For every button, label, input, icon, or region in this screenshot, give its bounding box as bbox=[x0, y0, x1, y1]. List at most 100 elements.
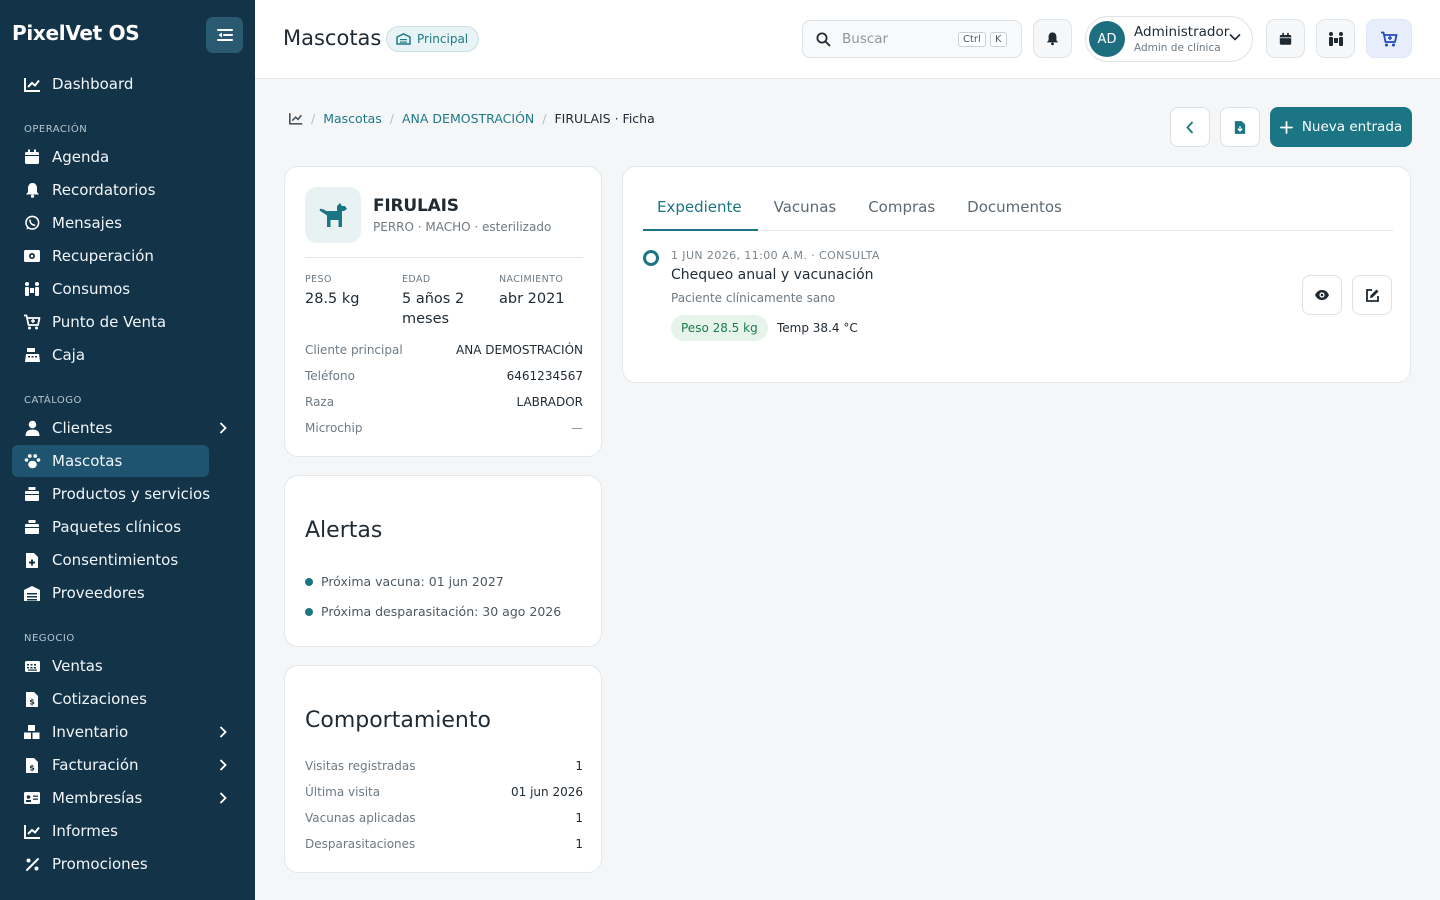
sidebar-item-facturacion[interactable]: $ Facturación bbox=[12, 749, 234, 781]
pos-cart-button[interactable] bbox=[1366, 19, 1412, 58]
sidebar-item-label: Informes bbox=[52, 822, 118, 840]
breadcrumb-mascotas[interactable]: Mascotas bbox=[323, 111, 382, 126]
people-carry-icon bbox=[25, 282, 39, 296]
tab-documentos[interactable]: Documentos bbox=[953, 195, 1078, 231]
dog-icon bbox=[319, 203, 347, 227]
svg-text:$: $ bbox=[29, 697, 35, 706]
sidebar-item-label: Proveedores bbox=[52, 584, 145, 602]
sidebar-item-dashboard[interactable]: Dashboard bbox=[12, 68, 234, 100]
sidebar-item-ventas[interactable]: Ventas bbox=[12, 650, 234, 682]
sidebar-item-label: Caja bbox=[52, 346, 86, 364]
sidebar-item-clientes[interactable]: Clientes bbox=[12, 412, 234, 444]
tab-vacunas[interactable]: Vacunas bbox=[760, 195, 853, 231]
behavior-key: Última visita bbox=[305, 785, 381, 799]
paw-icon bbox=[24, 454, 40, 469]
consumption-button[interactable] bbox=[1316, 19, 1355, 58]
notifications-button[interactable] bbox=[1033, 19, 1072, 58]
sidebar-item-membresias[interactable]: Membresías bbox=[12, 782, 234, 814]
search-icon bbox=[816, 32, 831, 46]
calendar-icon bbox=[1279, 32, 1292, 45]
detail-row: Raza LABRADOR bbox=[305, 395, 583, 409]
sidebar-collapse-button[interactable] bbox=[206, 17, 243, 53]
page-title: Mascotas bbox=[283, 26, 382, 50]
sidebar-item-label: Facturación bbox=[52, 756, 139, 774]
tab-compras[interactable]: Compras bbox=[854, 195, 951, 231]
alert-dot bbox=[305, 577, 313, 586]
kbd-ctrl: Ctrl bbox=[958, 32, 986, 47]
sidebar-item-paquetes[interactable]: Paquetes clínicos bbox=[12, 511, 234, 543]
stat-age-value: 5 años 2 meses bbox=[402, 291, 465, 327]
detail-row: Teléfono 6461234567 bbox=[305, 369, 583, 383]
edit-entry-button[interactable] bbox=[1352, 275, 1392, 315]
sidebar-item-cotizaciones[interactable]: $ Cotizaciones bbox=[12, 683, 234, 715]
detail-key: Raza bbox=[305, 395, 335, 409]
percent-icon bbox=[25, 857, 39, 871]
sidebar-item-mensajes[interactable]: Mensajes bbox=[12, 207, 234, 239]
alert-item: Próxima vacuna: 01 jun 2027 bbox=[305, 574, 504, 589]
sidebar-item-agenda[interactable]: Agenda bbox=[12, 141, 234, 173]
breadcrumb-separator: / bbox=[542, 111, 547, 126]
tab-expediente[interactable]: Expediente bbox=[643, 195, 758, 231]
sidebar-item-proveedores[interactable]: Proveedores bbox=[12, 577, 234, 609]
stat-age-label: EDAD bbox=[402, 274, 431, 285]
back-button[interactable] bbox=[1170, 107, 1210, 147]
sidebar-item-label: Consumos bbox=[52, 280, 131, 298]
sidebar-item-consumos[interactable]: Consumos bbox=[12, 273, 234, 305]
calendar-button[interactable] bbox=[1266, 19, 1305, 58]
behavior-card: Comportamiento Visitas registradas 1 Últi… bbox=[284, 665, 602, 873]
export-file-button[interactable] bbox=[1220, 107, 1260, 147]
alert-text: Próxima desparasitación: 30 ago 2026 bbox=[321, 604, 562, 619]
cart-icon bbox=[1381, 31, 1398, 46]
breadcrumb-client[interactable]: ANA DEMOSTRACIÓN bbox=[402, 111, 534, 126]
boxes-icon bbox=[24, 725, 40, 739]
file-download-icon bbox=[1234, 120, 1246, 134]
sidebar-item-informes[interactable]: Informes bbox=[12, 815, 234, 847]
sidebar-item-recuperacion[interactable]: Recuperación bbox=[12, 240, 234, 272]
chevron-right-icon bbox=[219, 726, 227, 738]
chart-line-icon[interactable] bbox=[289, 112, 303, 125]
kbd-k: K bbox=[990, 32, 1007, 47]
sidebar-item-consentimientos[interactable]: Consentimientos bbox=[12, 544, 234, 576]
sidebar-item-mascotas[interactable]: Mascotas bbox=[12, 445, 209, 477]
view-entry-button[interactable] bbox=[1302, 275, 1342, 315]
sidebar-item-label: Cotizaciones bbox=[52, 690, 147, 708]
detail-row: Microchip — bbox=[305, 421, 583, 435]
sidebar-item-recordatorios[interactable]: Recordatorios bbox=[12, 174, 234, 206]
sidebar-item-caja[interactable]: Caja bbox=[12, 339, 234, 371]
branch-badge-label: Principal bbox=[417, 32, 469, 46]
bell-icon bbox=[1046, 32, 1059, 46]
sidebar-item-productos[interactable]: Productos y servicios bbox=[12, 478, 234, 510]
record-card: Expediente Vacunas Compras Documentos 1 … bbox=[622, 166, 1411, 383]
stat-birth-value: abr 2021 bbox=[499, 291, 565, 307]
plus-icon bbox=[1279, 120, 1293, 134]
sidebar-item-label: Dashboard bbox=[52, 75, 134, 93]
chart-line-icon bbox=[23, 77, 40, 92]
sidebar-item-inventario[interactable]: Inventario bbox=[12, 716, 234, 748]
chevron-right-icon bbox=[219, 759, 227, 771]
pet-name: FIRULAIS bbox=[373, 196, 459, 216]
new-entry-label: Nueva entrada bbox=[1301, 119, 1403, 135]
behavior-title: Comportamiento bbox=[305, 708, 491, 733]
behavior-value: 1 bbox=[575, 811, 583, 825]
entry-description: Paciente clínicamente sano bbox=[671, 291, 836, 305]
chevron-right-icon bbox=[219, 422, 227, 434]
record-tabs: Expediente Vacunas Compras Documentos bbox=[643, 195, 1393, 231]
user-icon bbox=[25, 420, 39, 436]
search-box[interactable]: Ctrl K bbox=[802, 20, 1022, 58]
alerts-card: Alertas Próxima vacuna: 01 jun 2027 Próx… bbox=[284, 475, 602, 647]
behavior-row: Última visita 01 jun 2026 bbox=[305, 785, 583, 799]
user-menu[interactable]: AD Administrador Admin de clínica bbox=[1085, 16, 1253, 62]
sidebar-item-label: Promociones bbox=[52, 855, 148, 873]
sidebar-item-punto-de-venta[interactable]: Punto de Venta bbox=[12, 306, 234, 338]
pet-avatar bbox=[305, 187, 361, 243]
search-input[interactable] bbox=[842, 31, 942, 47]
behavior-key: Vacunas aplicadas bbox=[305, 811, 416, 825]
sidebar-item-promociones[interactable]: Promociones bbox=[12, 848, 234, 880]
new-entry-button[interactable]: Nueva entrada bbox=[1270, 107, 1412, 147]
behavior-row: Visitas registradas 1 bbox=[305, 759, 583, 773]
branch-badge[interactable]: Principal bbox=[386, 26, 480, 52]
behavior-row: Vacunas aplicadas 1 bbox=[305, 811, 583, 825]
breadcrumb: / Mascotas / ANA DEMOSTRACIÓN / FIRULAIS… bbox=[289, 111, 655, 126]
weight-chip: Peso 28.5 kg bbox=[671, 315, 768, 341]
sidebar-item-label: Agenda bbox=[52, 148, 110, 166]
